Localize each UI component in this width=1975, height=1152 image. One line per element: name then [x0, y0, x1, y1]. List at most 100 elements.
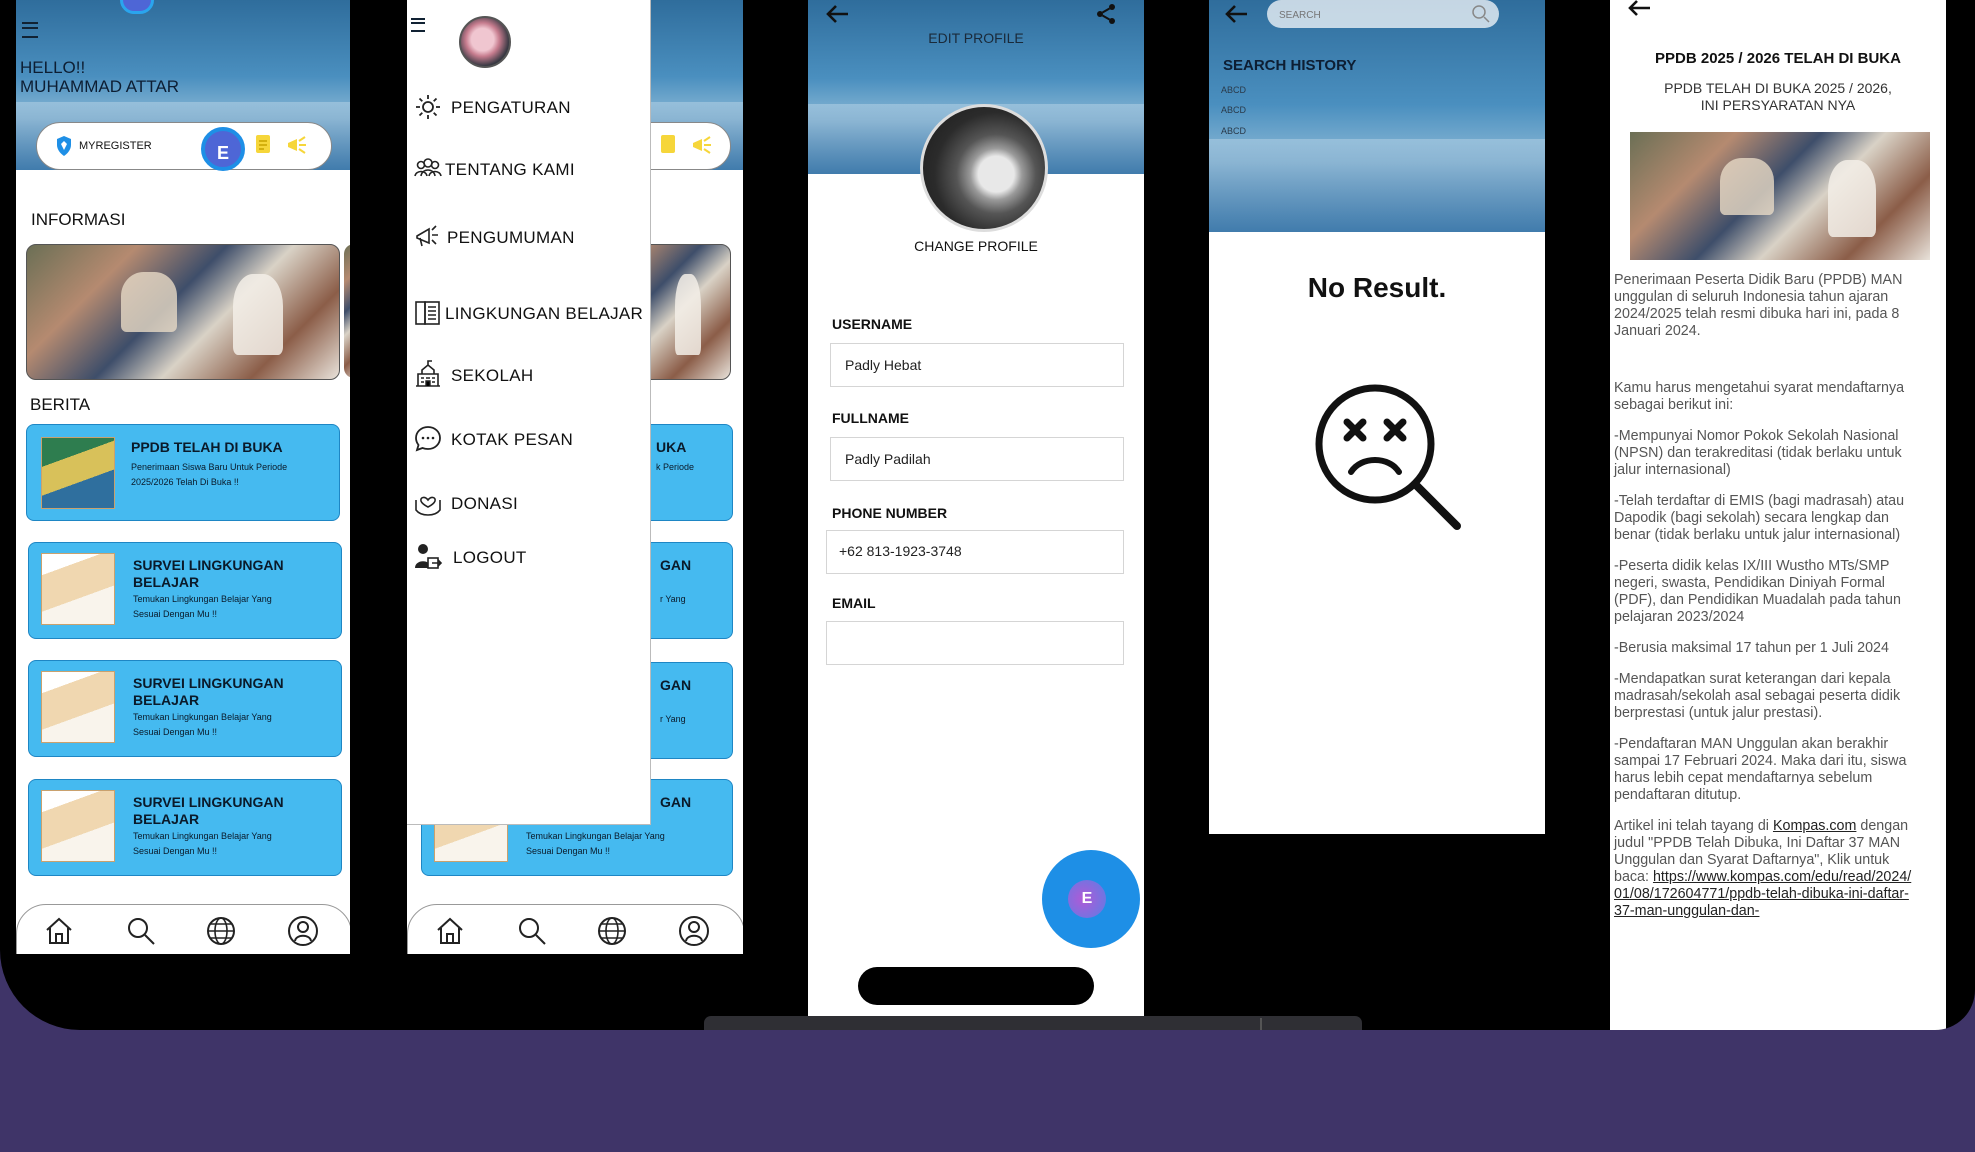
news-subtitle: Temukan Lingkungan Belajar Yang	[133, 831, 272, 841]
phone-field[interactable]: +62 813-1923-3748	[826, 530, 1124, 574]
globe-icon[interactable]	[205, 915, 237, 947]
megaphone-icon	[416, 225, 438, 247]
user-avatar[interactable]: E	[201, 127, 245, 171]
fab-button[interactable]: E	[1042, 850, 1140, 948]
history-item[interactable]: ABCD	[1221, 126, 1246, 136]
news-card[interactable]: SURVEI LINGKUNGAN BELAJAR Temukan Lingku…	[28, 660, 342, 757]
drawer-avatar[interactable]	[459, 16, 511, 68]
news-subtitle: r Yang	[660, 594, 686, 604]
article-title: PPDB 2025 / 2026 TELAH DI BUKA	[1655, 50, 1901, 67]
kompas-link[interactable]: Kompas.com	[1773, 818, 1856, 834]
article-url-link[interactable]: https://www.kompas.com/edu/read/2024/01/…	[1614, 869, 1911, 919]
megaphone-icon[interactable]	[285, 135, 309, 157]
back-arrow-icon[interactable]	[1223, 2, 1251, 26]
drawer-item-label: DONASI	[451, 494, 518, 513]
drawer-item-label: LOGOUT	[453, 548, 527, 567]
chat-icon	[415, 426, 441, 452]
myregister-bar[interactable]: MYREGISTER E	[36, 122, 332, 171]
username-field[interactable]: Padly Hebat	[830, 343, 1124, 387]
logout-icon	[415, 544, 443, 569]
page-title: EDIT PROFILE	[928, 30, 1024, 46]
news-card[interactable]: SURVEI LINGKUNGAN BELAJAR Temukan Lingku…	[28, 779, 342, 876]
drawer-item-sekolah[interactable]: SEKOLAH	[413, 360, 643, 390]
book-icon	[415, 301, 440, 325]
news-title: GAN	[660, 557, 692, 573]
drawer-item-logout[interactable]: LOGOUT	[413, 542, 643, 572]
news-subtitle: Sesuai Dengan Mu !!	[133, 609, 218, 619]
fullname-field[interactable]: Padly Padilah	[830, 437, 1124, 481]
search-input-field[interactable]	[1277, 4, 1461, 26]
news-title: BELAJAR	[133, 574, 200, 590]
info-banner-next[interactable]	[344, 244, 350, 378]
email-field[interactable]	[826, 621, 1124, 665]
news-title: SURVEI LINGKUNGAN	[133, 557, 284, 573]
news-subtitle: 2025/2026 Telah Di Buka !!	[131, 477, 239, 487]
menu-icon[interactable]	[411, 18, 425, 32]
article-paragraph: Kamu harus mengetahui syarat mendaftarny…	[1614, 380, 1905, 413]
search-icon[interactable]	[1471, 4, 1491, 24]
news-subtitle: Sesuai Dengan Mu !!	[133, 727, 218, 737]
news-title: BELAJAR	[133, 811, 200, 827]
greeting-hello: HELLO!!	[20, 58, 86, 77]
menu-icon[interactable]	[22, 22, 38, 38]
device-frame: HELLO!! MUHAMMAD ATTAR MYREGISTER E INFO…	[0, 0, 1975, 1030]
home-icon[interactable]	[43, 915, 75, 947]
document-icon[interactable]	[658, 133, 680, 157]
drawer-item-kotak-pesan[interactable]: KOTAK PESAN	[413, 424, 643, 454]
section-berita: BERITA	[30, 395, 91, 414]
share-icon[interactable]	[1094, 2, 1118, 26]
article-source-text: Artikel ini telah tayang di	[1614, 818, 1769, 834]
search-icon[interactable]	[125, 915, 157, 947]
drawer-item-label: PENGATURAN	[451, 98, 571, 117]
drawer-item-pengumuman[interactable]: PENGUMUMAN	[413, 222, 643, 252]
search-input[interactable]	[1267, 0, 1499, 28]
news-card[interactable]: SURVEI LINGKUNGAN BELAJAR Temukan Lingku…	[28, 542, 342, 639]
profile-photo[interactable]	[920, 104, 1048, 232]
drawer-item-tentang-kami[interactable]: TENTANG KAMI	[413, 154, 643, 184]
news-thumbnail	[41, 553, 115, 625]
news-title: BELAJAR	[133, 692, 200, 708]
profile-icon[interactable]	[287, 915, 319, 947]
article-image	[1630, 132, 1930, 260]
home-icon[interactable]	[434, 915, 466, 947]
email-label: EMAIL	[832, 595, 876, 611]
profile-icon[interactable]	[678, 915, 710, 947]
search-icon[interactable]	[516, 915, 548, 947]
greeting-name: MUHAMMAD ATTAR	[20, 77, 179, 96]
horizontal-scrollbar[interactable]	[704, 1016, 1362, 1030]
article-paragraph: -Berusia maksimal 17 tahun per 1 Juli 20…	[1614, 640, 1889, 656]
gear-icon	[416, 95, 440, 119]
drawer-item-lingkungan-belajar[interactable]: LINGKUNGAN BELAJAR	[413, 298, 649, 328]
fullname-label: FULLNAME	[832, 410, 909, 426]
globe-icon[interactable]	[596, 915, 628, 947]
info-banner-image[interactable]	[26, 244, 340, 380]
shield-icon	[57, 136, 71, 156]
home-indicator[interactable]	[858, 967, 1094, 1005]
donation-icon	[415, 496, 441, 516]
nav-drawer: PENGATURAN TENTANG KAMI PENGUMUMAN LINGK…	[407, 0, 651, 825]
news-title: UKA	[656, 439, 687, 455]
megaphone-icon[interactable]	[690, 135, 714, 157]
news-title: GAN	[660, 677, 692, 693]
fab-avatar: E	[1068, 880, 1106, 918]
news-thumbnail	[41, 671, 115, 743]
group-icon	[414, 158, 442, 177]
news-card[interactable]: PPDB TELAH DI BUKA Penerimaan Siswa Baru…	[26, 424, 340, 521]
change-profile-link[interactable]: CHANGE PROFILE	[808, 238, 1144, 254]
article-paragraph: -Mempunyai Nomor Pokok Sekolah Nasional …	[1614, 428, 1902, 478]
drawer-item-donasi[interactable]: DONASI	[413, 488, 643, 518]
history-item[interactable]: ABCD	[1221, 85, 1246, 95]
back-arrow-icon[interactable]	[824, 2, 852, 26]
news-title: PPDB TELAH DI BUKA	[131, 439, 283, 455]
article-source-paragraph: Artikel ini telah tayang di Kompas.com d…	[1614, 818, 1914, 920]
article-paragraph: -Mendapatkan surat keterangan dari kepal…	[1614, 671, 1901, 721]
edit-profile-screen: EDIT PROFILE CHANGE PROFILE USERNAME Pad…	[808, 0, 1144, 1030]
document-icon[interactable]	[253, 133, 275, 157]
news-subtitle: r Yang	[660, 714, 686, 724]
school-icon	[416, 360, 440, 387]
history-item[interactable]: ABCD	[1221, 105, 1246, 115]
drawer-item-pengaturan[interactable]: PENGATURAN	[413, 92, 643, 122]
back-arrow-icon[interactable]	[1626, 0, 1654, 20]
news-title: GAN	[660, 794, 692, 810]
news-subtitle: Temukan Lingkungan Belajar Yang	[526, 831, 665, 841]
